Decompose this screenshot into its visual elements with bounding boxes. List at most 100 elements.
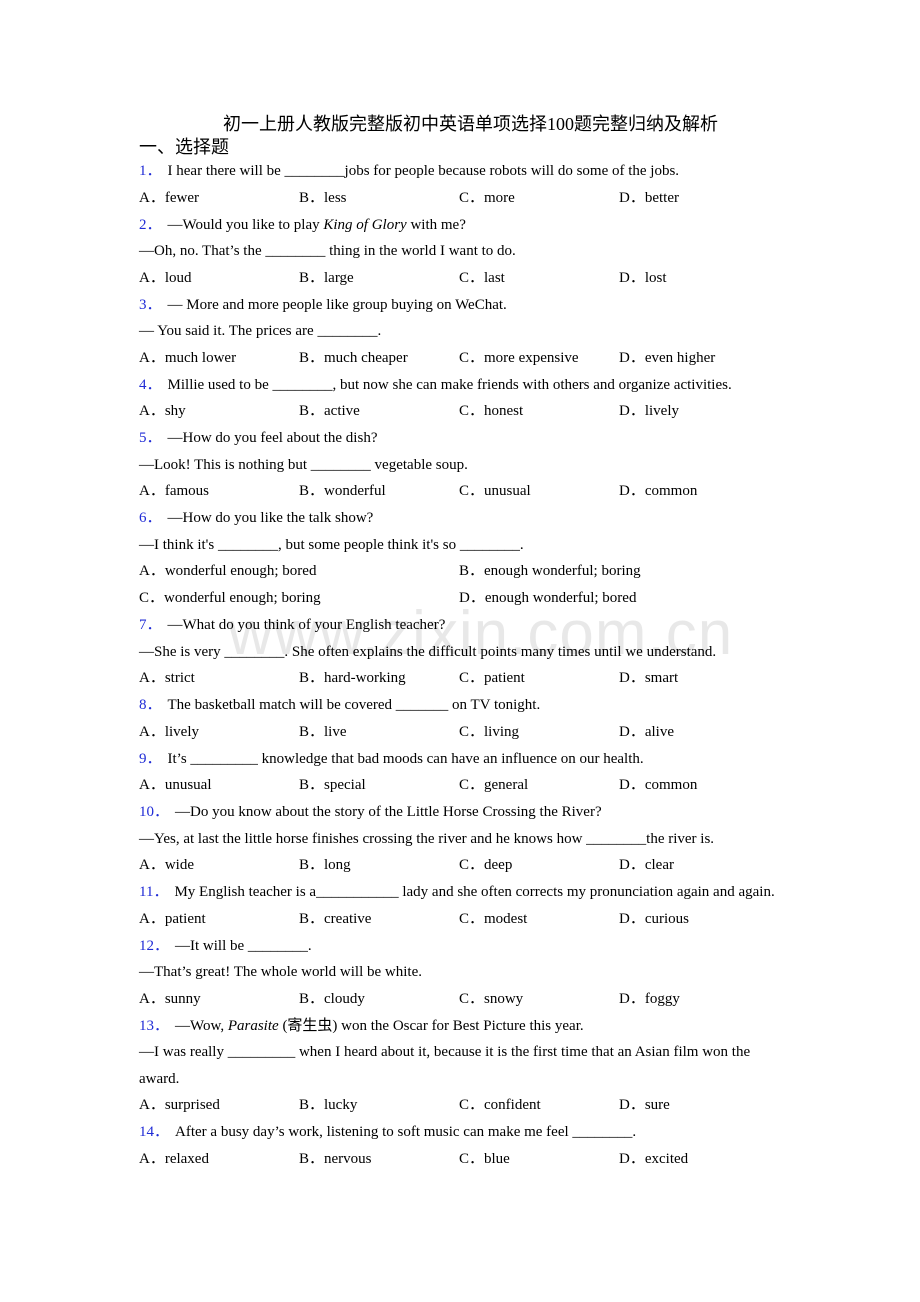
option-d[interactable]: D．lively (619, 398, 779, 425)
question-text: —Do you know about the story of the Litt… (175, 804, 602, 820)
question-text: —How do you like the talk show? (167, 510, 374, 526)
options-row: A．surprised B．lucky C．confident D．sure (139, 1092, 784, 1119)
question-number: 13． (139, 1017, 170, 1034)
option-c[interactable]: C．blue (459, 1146, 619, 1173)
option-c[interactable]: C．modest (459, 906, 619, 933)
option-d[interactable]: D．clear (619, 852, 779, 879)
option-d[interactable]: D．smart (619, 665, 779, 692)
question-stem: 8． The basketball match will be covered _… (139, 692, 784, 719)
question-number: 9． (139, 750, 162, 767)
option-a[interactable]: A．relaxed (139, 1146, 299, 1173)
question-text: — More and more people like group buying… (167, 296, 507, 313)
option-c[interactable]: C．unusual (459, 478, 619, 505)
question-text: —Wow, (175, 1017, 228, 1034)
question-stem: 4． Millie used to be ________, but now sh… (139, 372, 784, 399)
option-c[interactable]: C．more (459, 185, 619, 212)
options-row: A．sunny B．cloudy C．snowy D．foggy (139, 986, 784, 1013)
option-d[interactable]: D．common (619, 772, 779, 799)
question-stem: 11． My English teacher is a___________ la… (139, 879, 784, 906)
option-a[interactable]: A．shy (139, 398, 299, 425)
options-row: A．lively B．live C．living D．alive (139, 719, 784, 746)
option-c[interactable]: C．last (459, 265, 619, 292)
question-text-italic: King of Glory (323, 216, 407, 233)
options-row: A．unusual B．special C．general D．common (139, 772, 784, 799)
question-text: The basketball match will be covered ___… (167, 697, 541, 713)
option-d[interactable]: D．common (619, 478, 779, 505)
question-text: I hear there will be ________jobs for pe… (167, 163, 680, 179)
option-c[interactable]: C．living (459, 719, 619, 746)
option-a[interactable]: A．loud (139, 265, 299, 292)
option-b[interactable]: B．live (299, 719, 459, 746)
option-d[interactable]: D．sure (619, 1092, 779, 1119)
option-c[interactable]: C．snowy (459, 986, 619, 1013)
options-row: A．patient B．creative C．modest D．curious (139, 906, 784, 933)
question-text: —She is very ________. She often explain… (139, 643, 717, 660)
option-d[interactable]: D．alive (619, 719, 779, 746)
options-row: A．loud B．large C．last D．lost (139, 265, 784, 292)
option-a[interactable]: A．strict (139, 665, 299, 692)
option-a[interactable]: A．fewer (139, 185, 299, 212)
option-d[interactable]: D．foggy (619, 986, 779, 1013)
option-b[interactable]: B．large (299, 265, 459, 292)
question-text: After a busy day’s work, listening to so… (175, 1124, 637, 1140)
option-a[interactable]: A．unusual (139, 772, 299, 799)
question-number: 6． (139, 510, 162, 526)
option-b[interactable]: B．enough wonderful; boring (459, 558, 779, 585)
option-b[interactable]: B．hard-working (299, 665, 459, 692)
option-c[interactable]: C．confident (459, 1092, 619, 1119)
question-3: 3． — More and more people like group buyi… (139, 292, 784, 372)
option-b[interactable]: B．less (299, 185, 459, 212)
option-b[interactable]: B．lucky (299, 1092, 459, 1119)
question-text: (寄生虫) won the Oscar for Best Picture thi… (278, 1017, 584, 1034)
option-b[interactable]: B．long (299, 852, 459, 879)
option-c[interactable]: C．general (459, 772, 619, 799)
option-b[interactable]: B．wonderful (299, 478, 459, 505)
question-text: —Look! This is nothing but ________ vege… (139, 456, 468, 473)
option-d[interactable]: D．curious (619, 906, 779, 933)
question-number: 2． (139, 216, 162, 233)
question-stem: 7． —What do you think of your English tea… (139, 612, 784, 639)
question-6: 6． —How do you like the talk show? —I thi… (139, 505, 784, 612)
options-row: A．fewer B．less C．more D．better (139, 185, 784, 212)
option-b[interactable]: B．nervous (299, 1146, 459, 1173)
option-a[interactable]: A．surprised (139, 1092, 299, 1119)
option-c[interactable]: C．patient (459, 665, 619, 692)
option-a[interactable]: A．famous (139, 478, 299, 505)
option-c[interactable]: C．wonderful enough; boring (139, 585, 459, 612)
option-d[interactable]: D．even higher (619, 345, 779, 372)
options-row: A．shy B．active C．honest D．lively (139, 398, 784, 425)
document-title: 初一上册人教版完整版初中英语单项选择100题完整归纳及解析 (223, 114, 718, 134)
option-d[interactable]: D．enough wonderful; bored (459, 585, 779, 612)
option-b[interactable]: B．creative (299, 906, 459, 933)
question-4: 4． Millie used to be ________, but now sh… (139, 372, 784, 426)
question-2: 2． —Would you like to play King of Glory … (139, 212, 784, 292)
option-c[interactable]: C．more expensive (459, 345, 619, 372)
option-b[interactable]: B．active (299, 398, 459, 425)
option-a[interactable]: A．much lower (139, 345, 299, 372)
option-c[interactable]: C．deep (459, 852, 619, 879)
option-d[interactable]: D．better (619, 185, 779, 212)
option-c[interactable]: C．honest (459, 398, 619, 425)
option-b[interactable]: B．much cheaper (299, 345, 459, 372)
question-stem: 9． It’s _________ knowledge that bad mood… (139, 746, 784, 773)
option-d[interactable]: D．excited (619, 1146, 779, 1173)
option-a[interactable]: A．wonderful enough; bored (139, 558, 459, 585)
question-text-italic: Parasite (227, 1017, 279, 1034)
question-stem: 6． —How do you like the talk show? (139, 505, 784, 532)
question-number: 1． (139, 163, 162, 179)
option-a[interactable]: A．sunny (139, 986, 299, 1013)
question-number: 14． (139, 1124, 170, 1140)
question-stem: 10． —Do you know about the story of the L… (139, 799, 784, 826)
option-b[interactable]: B．cloudy (299, 986, 459, 1013)
option-a[interactable]: A．lively (139, 719, 299, 746)
question-number: 11． (139, 884, 169, 900)
question-text: —That’s great! The whole world will be w… (139, 964, 422, 980)
option-a[interactable]: A．patient (139, 906, 299, 933)
question-text: —Oh, no. That’s the ________ thing in th… (139, 243, 516, 259)
option-d[interactable]: D．lost (619, 265, 779, 292)
question-stem: 2． —Would you like to play King of Glory … (139, 212, 784, 239)
question-10: 10． —Do you know about the story of the L… (139, 799, 784, 879)
options-row: A．strict B．hard-working C．patient D．smar… (139, 665, 784, 692)
option-a[interactable]: A．wide (139, 852, 299, 879)
option-b[interactable]: B．special (299, 772, 459, 799)
